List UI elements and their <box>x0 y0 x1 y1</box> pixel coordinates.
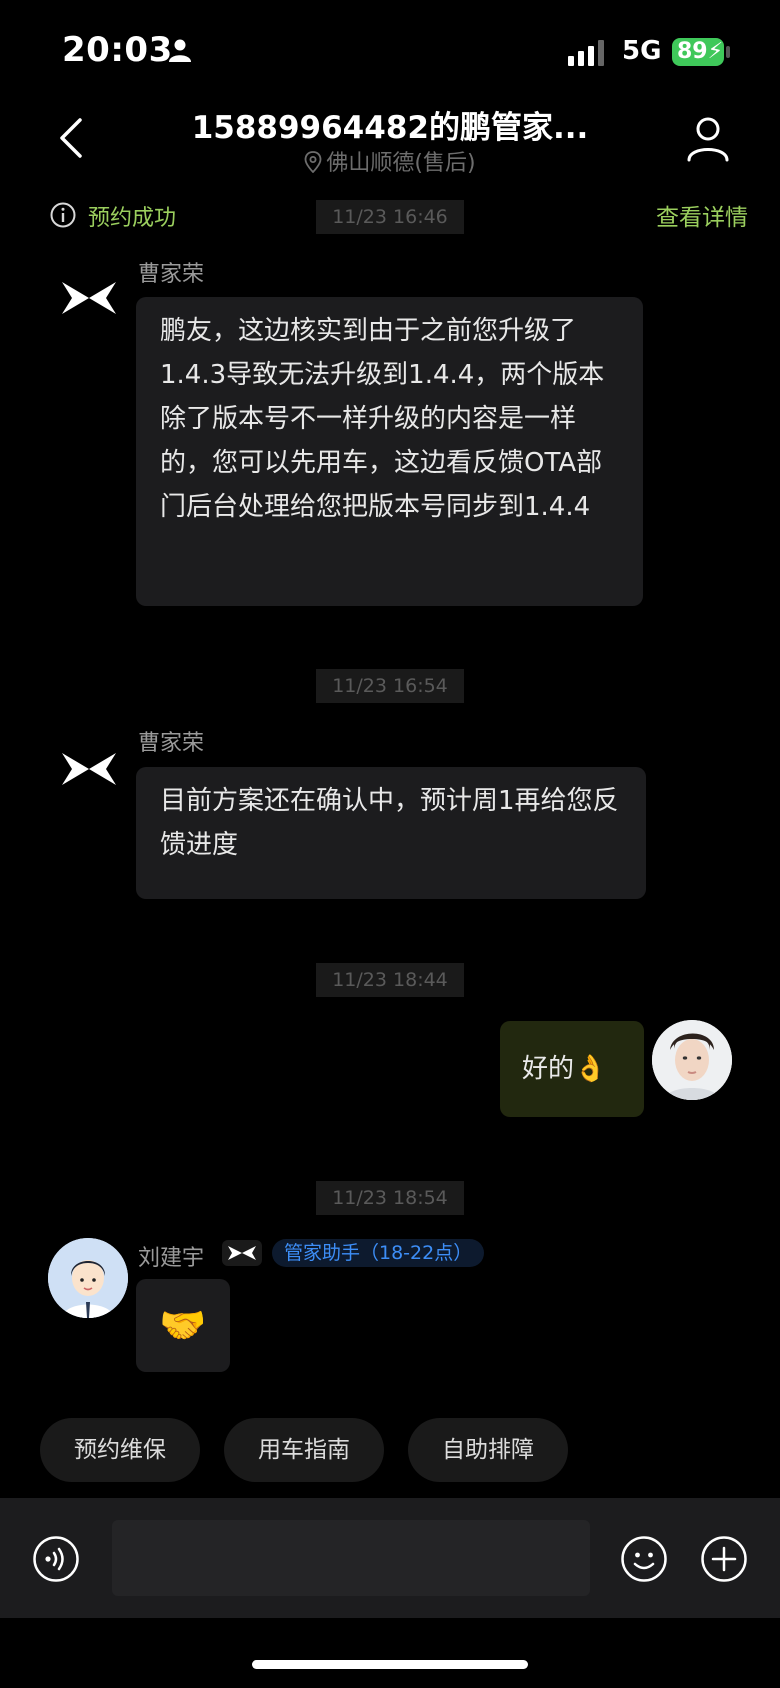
staff-avatar[interactable] <box>48 1238 128 1318</box>
timestamp-chip: 11/23 16:46 <box>316 200 464 234</box>
message-bubble: 🤝 <box>136 1279 230 1372</box>
chat-title: 15889964482的鹏管家... <box>191 110 589 146</box>
timestamp-chip: 11/23 18:54 <box>316 1181 464 1215</box>
contact-profile-icon[interactable] <box>686 116 730 162</box>
message-input[interactable] <box>112 1520 590 1596</box>
sender-name: 刘建宇 <box>138 1246 205 1271</box>
view-details-link[interactable]: 查看详情 <box>656 198 748 232</box>
message-bubble: 鹏友，这边核实到由于之前您升级了 1.4.3导致无法升级到1.4.4，两个版本除… <box>136 297 643 606</box>
timestamp-chip: 11/23 18:44 <box>316 963 464 997</box>
quick-action-guide[interactable]: 用车指南 <box>224 1418 384 1482</box>
quick-action-maintenance[interactable]: 预约维保 <box>40 1418 200 1482</box>
message-bubble: 目前方案还在确认中，预计周1再给您反馈进度 <box>136 767 646 899</box>
voice-input-icon[interactable] <box>32 1535 80 1583</box>
xpeng-logo-icon <box>228 1246 256 1260</box>
info-icon <box>50 202 76 228</box>
home-indicator[interactable] <box>252 1660 528 1669</box>
staff-cartoon-icon <box>48 1238 128 1318</box>
battery-icon: 89⚡ <box>672 38 724 66</box>
battery-cap <box>726 46 730 58</box>
user-portrait-icon <box>652 1020 732 1100</box>
store-location: 佛山顺德(售后) <box>326 151 476 176</box>
quick-action-troubleshoot[interactable]: 自助排障 <box>408 1418 568 1482</box>
back-arrow-icon[interactable] <box>58 116 86 160</box>
person-icon <box>169 39 191 62</box>
sender-name: 曹家荣 <box>138 262 205 287</box>
signal-icon <box>568 40 604 66</box>
battery-level: 89 <box>677 39 708 64</box>
brand-tag <box>222 1240 262 1266</box>
xpeng-logo-icon <box>62 753 116 785</box>
emoji-icon[interactable] <box>620 1535 668 1583</box>
network-label: 5G <box>622 36 662 66</box>
xpeng-logo-icon <box>62 282 116 314</box>
sender-name: 曹家荣 <box>138 731 205 756</box>
status-time: 20:03 <box>62 30 173 70</box>
my-message-bubble: 好的👌 <box>500 1021 644 1117</box>
role-badge: 管家助手（18-22点） <box>272 1239 485 1267</box>
my-avatar[interactable] <box>652 1020 732 1100</box>
chat-subtitle: 佛山顺德(售后) <box>150 145 630 177</box>
timestamp-chip: 11/23 16:54 <box>316 669 464 703</box>
appointment-status: 预约成功 <box>88 206 177 231</box>
plus-icon[interactable] <box>700 1535 748 1583</box>
location-pin-icon <box>305 151 322 173</box>
